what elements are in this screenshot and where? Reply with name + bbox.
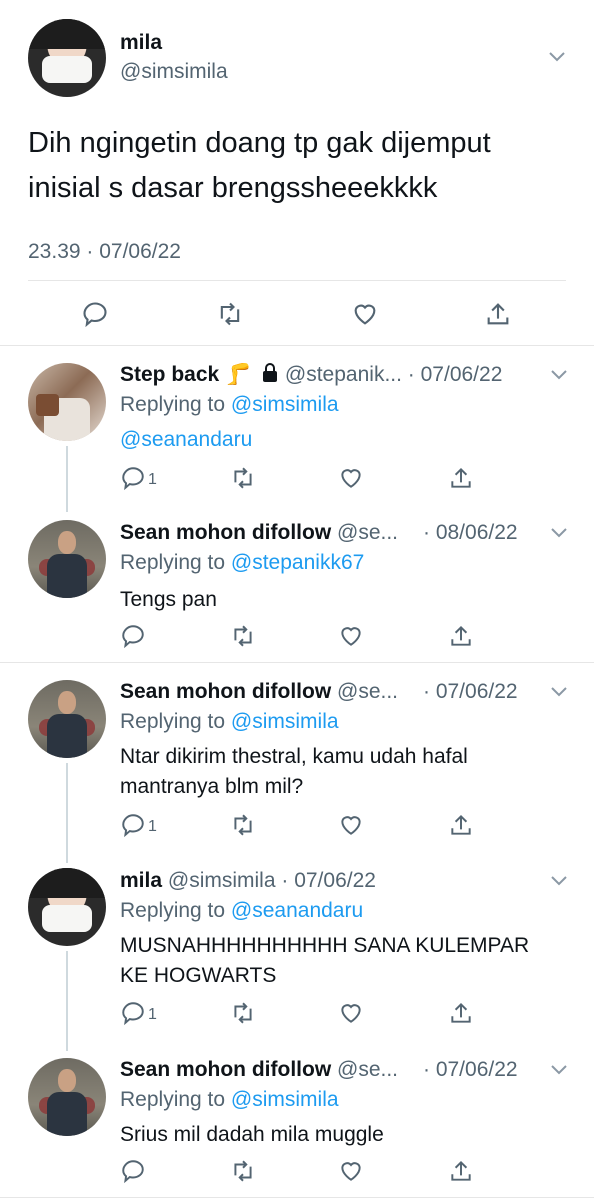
replying-to: Replying to @simsimila <box>120 709 339 735</box>
divider <box>28 280 566 281</box>
replying-to: Replying to @simsimila <box>120 392 339 418</box>
like-icon[interactable] <box>338 1000 366 1028</box>
tweet-text-line2: inisial s dasar brengssheeekkkk <box>28 172 438 204</box>
thread-line <box>66 446 68 512</box>
reply-author-handle[interactable]: @simsimila <box>168 869 276 892</box>
reply-author-name[interactable]: mila <box>120 869 162 892</box>
reply-author-handle[interactable]: @stepanik... <box>285 363 402 386</box>
avatar-sean[interactable] <box>28 680 106 758</box>
reply-text: Tengs pan <box>120 588 217 611</box>
like-icon[interactable] <box>338 623 366 651</box>
replying-to: Replying to @stepanikk67 <box>120 550 364 576</box>
replying-label: Replying to <box>120 551 226 574</box>
reply-icon[interactable] <box>120 465 148 493</box>
replying-label: Replying to <box>120 1088 226 1111</box>
retweet-icon[interactable] <box>230 1158 258 1186</box>
reply-date[interactable]: · 07/06/22 <box>281 869 376 892</box>
reply-date[interactable]: · 07/06/22 <box>423 679 518 705</box>
reply-date[interactable]: · 07/06/22 <box>423 1057 518 1083</box>
avatar-mila[interactable] <box>28 19 106 97</box>
reply-author-name[interactable]: Sean mohon difollow <box>120 521 331 544</box>
tweet-timestamp[interactable]: 23.39 · 07/06/22 <box>28 239 181 265</box>
reply-text: Srius mil dadah mila muggle <box>120 1123 384 1146</box>
like-icon[interactable] <box>351 300 379 328</box>
mention-link[interactable]: @seanandaru <box>231 899 363 922</box>
reply-text-line1: MUSNAHHHHHHHHHH SANA KULEMPAR <box>120 934 530 957</box>
reply-icon[interactable] <box>120 623 148 651</box>
avatar-sean[interactable] <box>28 520 106 598</box>
chevron-down-icon[interactable] <box>550 527 568 539</box>
reply-count: 1 <box>148 1006 157 1023</box>
share-icon[interactable] <box>448 812 476 840</box>
reply-author-name[interactable]: Sean mohon difollow <box>120 680 331 703</box>
retweet-icon[interactable] <box>216 300 244 328</box>
chevron-down-icon[interactable] <box>550 369 568 381</box>
reply-date[interactable]: · 08/06/22 <box>423 520 518 546</box>
author-handle[interactable]: @simsimila <box>120 59 228 85</box>
share-icon[interactable] <box>484 300 512 328</box>
emoji: 🦵 <box>225 363 252 386</box>
avatar-sean[interactable] <box>28 1058 106 1136</box>
lock-icon <box>261 363 279 390</box>
like-icon[interactable] <box>338 465 366 493</box>
author-name[interactable]: mila <box>120 30 162 56</box>
share-icon[interactable] <box>448 1158 476 1186</box>
reply-icon[interactable] <box>120 812 148 840</box>
like-icon[interactable] <box>338 812 366 840</box>
thread-line <box>66 763 68 863</box>
chevron-down-icon[interactable] <box>550 875 568 887</box>
avatar-mila[interactable] <box>28 868 106 946</box>
mention-link[interactable]: @simsimila <box>231 393 339 416</box>
reply-text-line2: mantranya blm mil? <box>120 775 304 798</box>
reply-text-line2: KE HOGWARTS <box>120 964 277 987</box>
reply-header: mila @simsimila · 07/06/22 <box>120 868 376 894</box>
replying-label: Replying to <box>120 899 226 922</box>
share-icon[interactable] <box>448 1000 476 1028</box>
reply-author-handle[interactable]: @se... <box>337 1058 398 1081</box>
thread-line <box>66 951 68 1051</box>
reply-icon[interactable] <box>120 1000 148 1028</box>
reply-count: 1 <box>148 471 157 488</box>
reply-text-line1: Ntar dikirim thestral, kamu udah hafal <box>120 745 468 768</box>
reply-author-handle[interactable]: @se... <box>337 680 398 703</box>
reply-author-handle[interactable]: @se... <box>337 521 398 544</box>
replying-label: Replying to <box>120 710 226 733</box>
mention-link[interactable]: @simsimila <box>231 1088 339 1111</box>
reply-icon[interactable] <box>81 300 109 328</box>
divider <box>0 662 594 663</box>
mention-link[interactable]: @simsimila <box>231 710 339 733</box>
reply-date[interactable]: · 07/06/22 <box>408 363 503 386</box>
chevron-down-icon[interactable] <box>550 1064 568 1076</box>
mention-link[interactable]: @stepanikk67 <box>231 551 364 574</box>
like-icon[interactable] <box>338 1158 366 1186</box>
avatar-step-back[interactable] <box>28 363 106 441</box>
divider <box>0 345 594 346</box>
reply-header: Sean mohon difollow @se... <box>120 679 398 705</box>
retweet-icon[interactable] <box>230 1000 258 1028</box>
reply-icon[interactable] <box>120 1158 148 1186</box>
divider <box>0 1197 594 1198</box>
mention-link[interactable]: @seanandaru <box>120 427 252 453</box>
reply-header: Sean mohon difollow @se... <box>120 520 398 546</box>
chevron-down-icon[interactable] <box>548 51 566 63</box>
reply-header: Step back 🦵 @stepanik... · 07/06/22 <box>120 362 502 390</box>
reply-author-name[interactable]: Sean mohon difollow <box>120 1058 331 1081</box>
retweet-icon[interactable] <box>230 465 258 493</box>
reply-author-name[interactable]: Step back <box>120 363 219 386</box>
replying-to: Replying to @seanandaru <box>120 898 363 924</box>
share-icon[interactable] <box>448 623 476 651</box>
replying-to: Replying to @simsimila <box>120 1087 339 1113</box>
share-icon[interactable] <box>448 465 476 493</box>
replying-label: Replying to <box>120 393 226 416</box>
retweet-icon[interactable] <box>230 812 258 840</box>
retweet-icon[interactable] <box>230 623 258 651</box>
chevron-down-icon[interactable] <box>550 686 568 698</box>
tweet-text-line1: Dih ngingetin doang tp gak dijemput <box>28 127 491 159</box>
reply-count: 1 <box>148 818 157 835</box>
reply-header: Sean mohon difollow @se... <box>120 1057 398 1083</box>
